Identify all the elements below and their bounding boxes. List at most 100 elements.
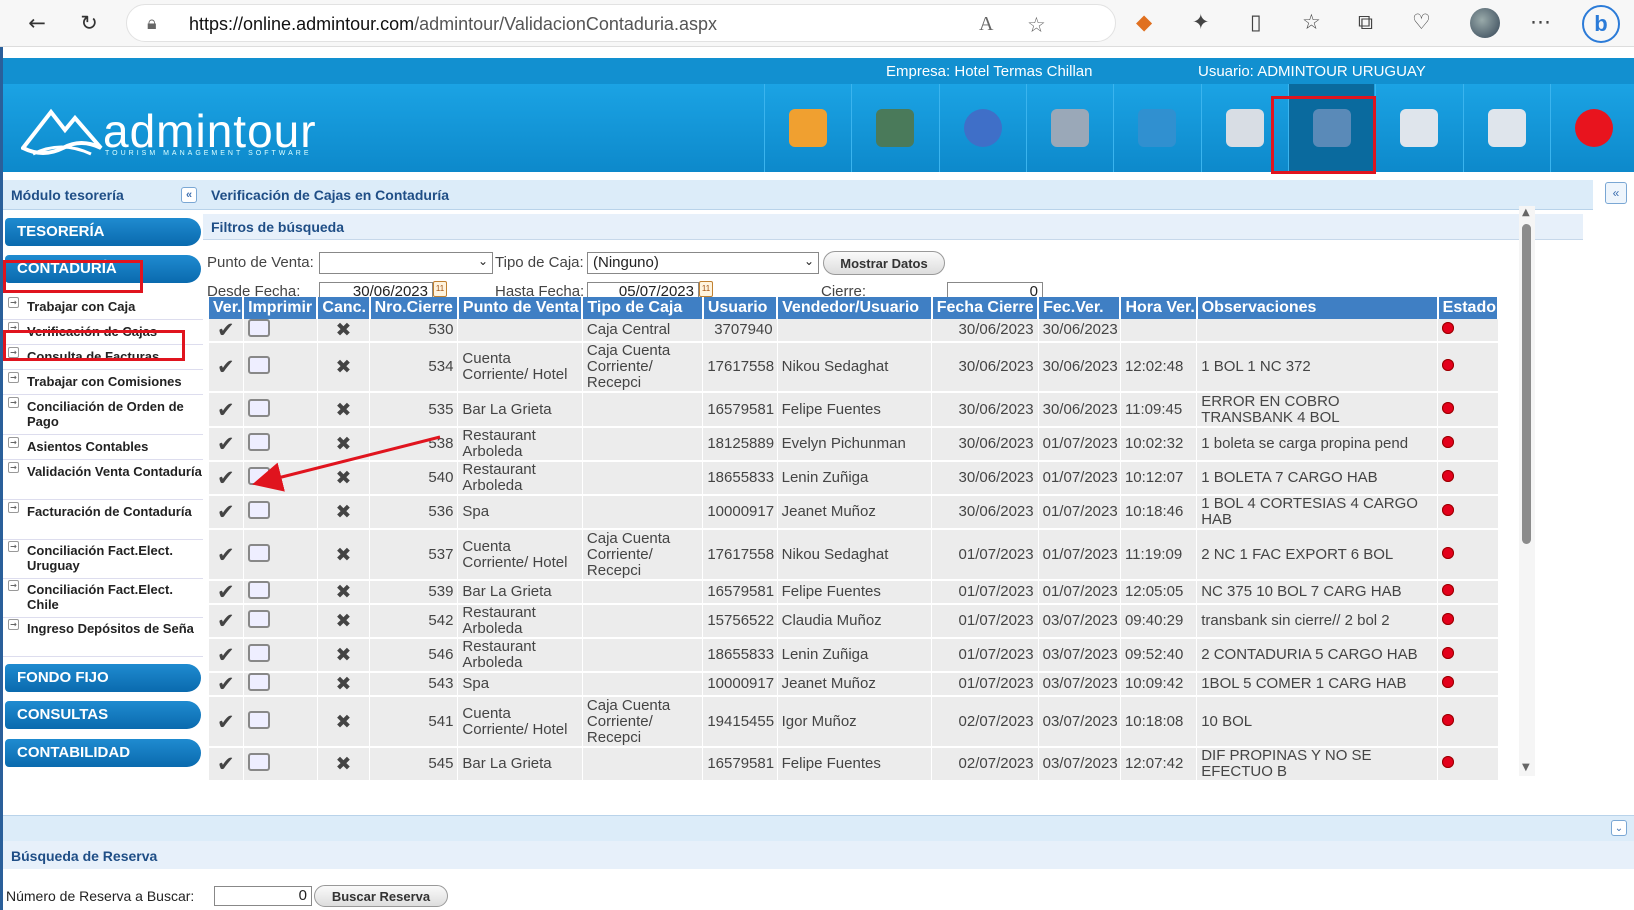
column-header[interactable]: Tipo de Caja (582, 297, 704, 319)
sidebar-item-4[interactable]: → Conciliación de Orden de Pago (3, 395, 203, 435)
section-tesoreria[interactable]: TESORERÍA (5, 218, 201, 246)
sidebar-item-7[interactable]: → Facturación de Contaduría (3, 500, 203, 540)
printer-icon[interactable] (247, 644, 270, 662)
cancel-x-icon[interactable]: ✖ (317, 461, 371, 496)
module-tools[interactable] (1463, 84, 1549, 172)
verify-check-icon[interactable]: ✔ (209, 495, 244, 530)
printer-icon[interactable] (247, 710, 270, 729)
split-screen-icon[interactable]: ▯ (1250, 10, 1262, 34)
mostrar-datos-button[interactable]: Mostrar Datos (823, 251, 945, 275)
print-cell[interactable] (243, 638, 318, 673)
print-cell[interactable] (243, 696, 318, 748)
collapse-sidebar-icon[interactable]: « (181, 187, 197, 203)
printer-icon[interactable] (247, 433, 270, 451)
verify-check-icon[interactable]: ✔ (209, 604, 244, 639)
cancel-x-icon[interactable]: ✖ (317, 342, 371, 393)
print-cell[interactable] (243, 427, 318, 462)
calendar-icon[interactable]: 11 (433, 281, 447, 297)
cancel-x-icon[interactable]: ✖ (317, 580, 371, 605)
printer-icon[interactable] (247, 543, 270, 562)
printer-icon[interactable] (247, 398, 270, 417)
print-cell[interactable] (243, 580, 318, 605)
print-cell[interactable] (243, 495, 318, 530)
cancel-x-icon[interactable]: ✖ (317, 427, 371, 462)
sidebar-item-8[interactable]: → Conciliación Fact.Elect. Uruguay (3, 539, 203, 579)
sidebar-item-10[interactable]: → Ingreso Depósitos de Seña (3, 617, 203, 657)
module-power[interactable] (1550, 84, 1634, 172)
print-cell[interactable] (243, 461, 318, 496)
metamask-icon[interactable]: ◆ (1136, 10, 1152, 34)
scroll-up-icon[interactable]: ▲ (1522, 207, 1530, 218)
cancel-x-icon[interactable]: ✖ (317, 747, 371, 782)
column-header[interactable]: Canc. (317, 297, 371, 319)
collapse-main-icon[interactable]: « (1605, 182, 1627, 204)
printer-icon[interactable] (247, 581, 270, 599)
scrollbar-thumb[interactable] (1522, 224, 1531, 544)
expand-icon[interactable]: ⌄ (1611, 820, 1627, 836)
profile-avatar[interactable] (1470, 8, 1500, 38)
printer-icon[interactable] (247, 467, 270, 485)
back-icon[interactable]: ← (22, 8, 52, 38)
verify-check-icon[interactable]: ✔ (209, 580, 244, 605)
module-calculator[interactable] (1375, 84, 1461, 172)
bing-icon[interactable]: b (1582, 5, 1620, 43)
printer-icon[interactable] (247, 753, 270, 771)
printer-icon[interactable] (247, 610, 270, 628)
sidebar-item-5[interactable]: → Asientos Contables (3, 435, 203, 460)
vertical-scrollbar[interactable]: ▲ ▼ (1519, 206, 1535, 776)
column-header[interactable]: Hora Ver. (1120, 297, 1198, 319)
browser-essentials-icon[interactable]: ♡ (1412, 10, 1431, 34)
tipo-caja-select[interactable]: (Ninguno) ⌄ (587, 252, 819, 274)
module-user-desk[interactable] (1113, 84, 1199, 172)
cancel-x-icon[interactable]: ✖ (317, 672, 371, 697)
buscar-reserva-button[interactable]: Buscar Reserva (314, 885, 448, 907)
favorites-icon[interactable]: ☆ (1302, 10, 1321, 34)
print-cell[interactable] (243, 672, 318, 697)
cancel-x-icon[interactable]: ✖ (317, 638, 371, 673)
column-header[interactable]: Vendedor/Usuario (777, 297, 933, 319)
column-header[interactable]: Ver. (209, 297, 245, 319)
extensions-icon[interactable]: ✦ (1192, 10, 1210, 34)
address-bar[interactable]: 🔒︎ https://online.admintour.com/admintou… (126, 4, 1116, 42)
read-aloud-icon[interactable]: A (979, 13, 993, 36)
print-cell[interactable] (243, 392, 318, 428)
verify-check-icon[interactable]: ✔ (209, 696, 244, 748)
column-header[interactable]: Punto de Venta (457, 297, 584, 319)
column-header[interactable]: Imprimir (243, 297, 319, 319)
calendar-icon[interactable]: 11 (699, 281, 713, 297)
cancel-x-icon[interactable]: ✖ (317, 529, 371, 581)
sidebar-item-6[interactable]: → Validación Venta Contaduría (3, 460, 203, 500)
verify-check-icon[interactable]: ✔ (209, 747, 244, 782)
sidebar-item-3[interactable]: → Trabajar con Comisiones (3, 370, 203, 395)
cancel-x-icon[interactable]: ✖ (317, 696, 371, 748)
module-restaurant[interactable] (939, 84, 1025, 172)
verify-check-icon[interactable]: ✔ (209, 319, 244, 343)
module-home[interactable] (764, 84, 850, 172)
print-cell[interactable] (243, 342, 318, 393)
module-cart[interactable] (1026, 84, 1112, 172)
column-header[interactable]: Fecha Cierre (931, 297, 1040, 319)
printer-icon[interactable] (247, 319, 270, 337)
punto-venta-select[interactable]: ⌄ (319, 252, 493, 274)
column-header[interactable]: Nro.Cierre (369, 297, 459, 319)
column-header[interactable]: Fec.Ver. (1038, 297, 1122, 319)
sidebar-item-0[interactable]: → Trabajar con Caja (3, 295, 203, 320)
verify-check-icon[interactable]: ✔ (209, 342, 244, 393)
printer-icon[interactable] (247, 356, 270, 374)
column-header[interactable]: Usuario (702, 297, 779, 319)
printer-icon[interactable] (247, 673, 270, 691)
scroll-down-icon[interactable]: ▼ (1522, 762, 1530, 773)
verify-check-icon[interactable]: ✔ (209, 392, 244, 428)
section-consultas[interactable]: CONSULTAS (5, 701, 201, 729)
column-header[interactable]: Observaciones (1196, 297, 1439, 319)
sidebar-item-9[interactable]: → Conciliación Fact.Elect. Chile (3, 578, 203, 618)
more-menu-icon[interactable]: ⋯ (1530, 10, 1551, 34)
collections-icon[interactable]: ⧉ (1358, 10, 1373, 35)
refresh-icon[interactable]: ↻ (74, 8, 104, 38)
printer-icon[interactable] (247, 501, 270, 519)
print-cell[interactable] (243, 747, 318, 782)
cancel-x-icon[interactable]: ✖ (317, 319, 371, 343)
reserva-input[interactable]: 0 (214, 886, 312, 906)
module-building[interactable] (851, 84, 937, 172)
print-cell[interactable] (243, 529, 318, 581)
